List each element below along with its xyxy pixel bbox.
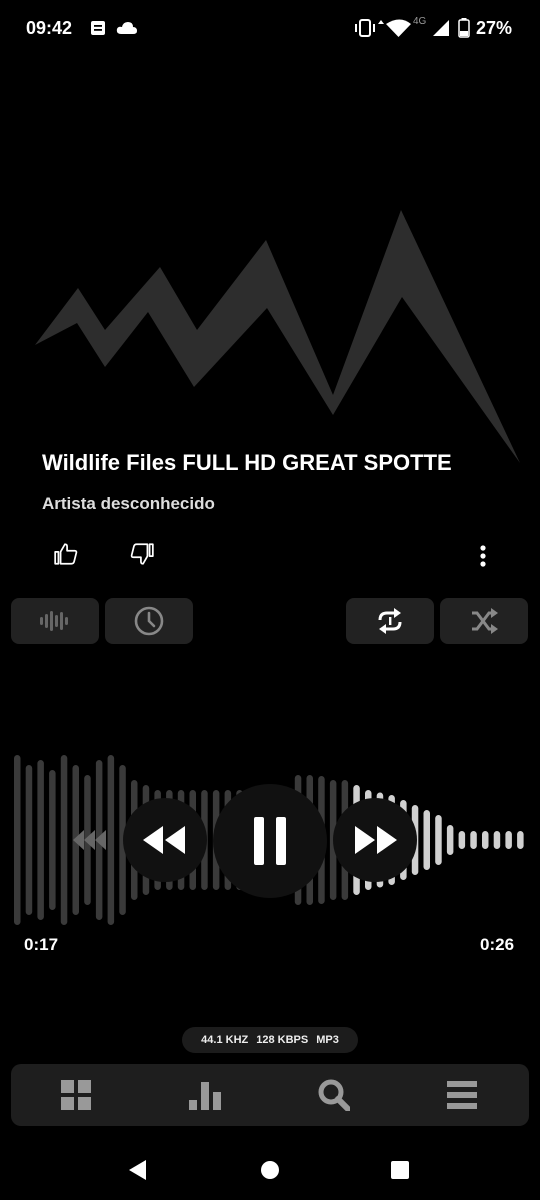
home-button[interactable]: [250, 1150, 290, 1190]
repeat-one-icon: [378, 608, 402, 634]
bitrate: 128 KBPS: [256, 1034, 309, 1046]
track-artist: Artista desconhecido: [42, 494, 215, 513]
elapsed-time: 0:17: [24, 935, 59, 954]
waveform-bar: [470, 831, 477, 849]
waveform-bar: [482, 831, 489, 849]
skip-back-button[interactable]: [60, 810, 120, 870]
thumbs-up-icon: [54, 543, 78, 565]
status-time: 09:42: [26, 18, 73, 38]
waveform-bar: [505, 831, 512, 849]
thumbs-down-icon: [130, 543, 154, 565]
home-icon: [261, 1161, 279, 1179]
system-navigation-bar: [0, 1140, 540, 1200]
back-icon: [129, 1160, 146, 1180]
audio-format-badge: 44.1 KHZ 128 KBPS MP3: [182, 1027, 358, 1053]
waveform-bar: [49, 770, 56, 910]
play-pause-button[interactable]: [213, 784, 327, 898]
search-icon: [318, 1079, 350, 1111]
fast-forward-button[interactable]: [333, 798, 417, 882]
status-bar: 09:42 4G 27%: [0, 0, 540, 58]
wifi-icon: [378, 19, 411, 37]
repeat-button[interactable]: [346, 598, 434, 644]
waveform-bar: [446, 825, 454, 855]
rewind-button[interactable]: [123, 798, 207, 882]
network-type-label: 4G: [413, 16, 427, 27]
dislike-button[interactable]: [124, 536, 160, 572]
album-artwork: [35, 210, 520, 463]
signal-icon: [433, 20, 449, 36]
equalizer-button[interactable]: [11, 598, 99, 644]
battery-icon: [458, 18, 470, 38]
notes-icon: [91, 21, 105, 35]
waveform-bar: [37, 760, 44, 920]
total-time: 0:26: [480, 935, 515, 954]
shuffle-button[interactable]: [440, 598, 528, 644]
charts-icon: [189, 1082, 221, 1110]
sleep-timer-icon: [134, 606, 164, 636]
waveform-bar: [435, 815, 442, 865]
library-button[interactable]: [49, 1072, 103, 1118]
queue-button[interactable]: [435, 1072, 489, 1118]
rewind-icon: [143, 826, 185, 854]
waveform-bar: [14, 755, 21, 925]
vibrate-icon: [355, 19, 375, 37]
search-button[interactable]: [307, 1072, 361, 1118]
waveform-bar: [458, 831, 466, 849]
library-grid-icon: [61, 1080, 91, 1110]
recents-icon: [391, 1161, 409, 1179]
sleep-timer-button[interactable]: [105, 598, 193, 644]
like-button[interactable]: [48, 536, 84, 572]
pause-icon: [254, 817, 286, 865]
more-vert-icon: [480, 545, 486, 567]
back-button[interactable]: [118, 1150, 158, 1190]
charts-button[interactable]: [178, 1072, 232, 1118]
queue-list-icon: [447, 1081, 477, 1109]
waveform-bar: [493, 831, 501, 849]
codec: MP3: [316, 1034, 339, 1046]
more-options-button[interactable]: [468, 538, 498, 574]
battery-percentage: 27%: [476, 18, 513, 38]
recents-button[interactable]: [380, 1150, 420, 1190]
sample-rate: 44.1 KHZ: [201, 1034, 249, 1046]
equalizer-icon: [40, 611, 68, 631]
fast-rewind-faded-icon: [73, 830, 106, 850]
shuffle-icon: [472, 608, 498, 634]
waveform-bar: [517, 831, 524, 849]
waveform-bar: [423, 810, 430, 870]
fast-forward-icon: [355, 826, 397, 854]
track-title: Wildlife Files FULL HD GREAT SPOTTE: [42, 450, 452, 475]
bottom-navigation: [11, 1064, 529, 1126]
waveform-bar: [25, 765, 33, 915]
cloud-icon: [116, 22, 137, 34]
